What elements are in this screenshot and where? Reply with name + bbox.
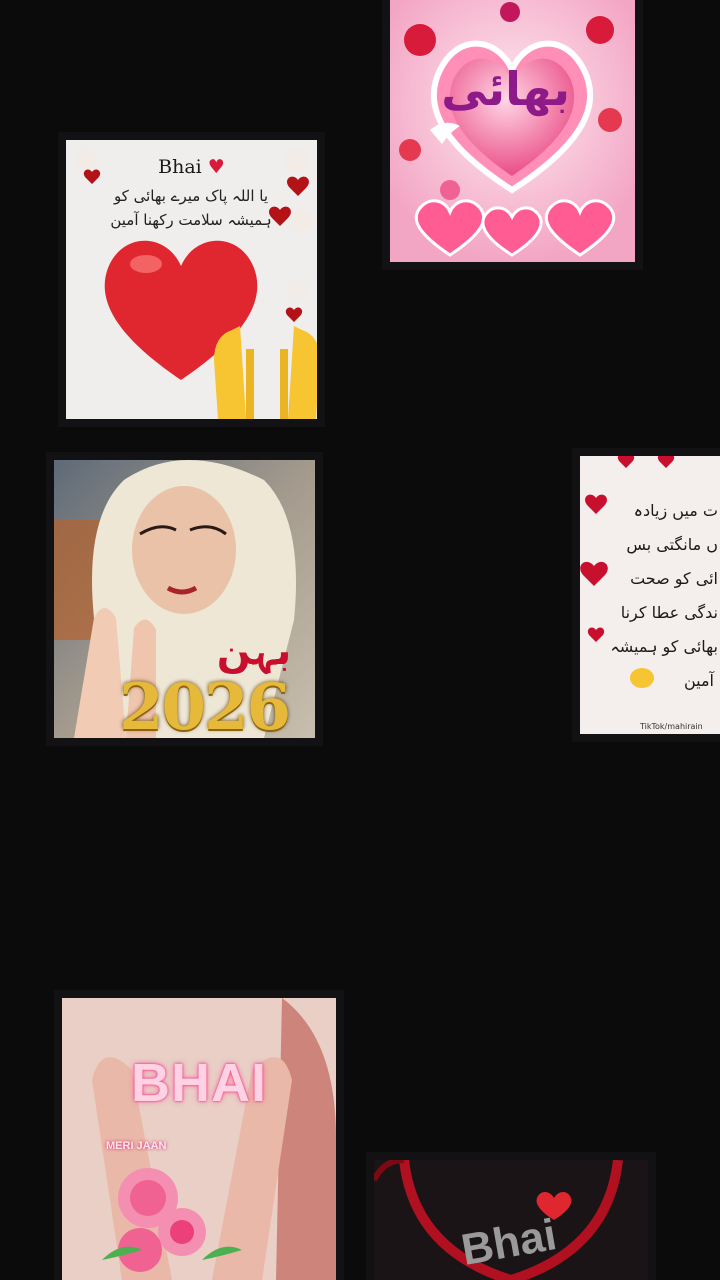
- text-line: ائی کو صحت: [630, 569, 718, 588]
- text-line: ندگی عطا کرنا: [620, 603, 718, 622]
- card-title: BHAI: [131, 1053, 267, 1113]
- text-line: بھائی کو ہمیشہ: [610, 637, 718, 656]
- heart-roses-artwork: [390, 0, 635, 262]
- text-line: ت میں زیادہ: [633, 501, 718, 520]
- card-caption: بہن: [216, 628, 292, 674]
- reel-thumbnail-behan-2026[interactable]: بہن 2026: [54, 460, 315, 738]
- watermark: TikTok/mahirain: [640, 722, 703, 731]
- text-line: آمین: [683, 671, 714, 690]
- card-title: Bhai: [158, 156, 202, 178]
- heart-dua-artwork: [66, 140, 317, 419]
- hands-roses-artwork: [62, 998, 336, 1280]
- reel-thumbnail-urdu-dua[interactable]: ت میں زیادہ ں مانگتی بس ائی کو صحت ندگی …: [580, 456, 720, 734]
- dua-line-2: ہمیشہ سلامت رکھنا آمین: [110, 211, 272, 229]
- reel-thumbnail-bhai-heart[interactable]: بھائی: [390, 0, 635, 262]
- year-label: 2026: [118, 670, 291, 738]
- card-caption: بھائی: [441, 62, 570, 116]
- heart-icon: ♥: [207, 156, 225, 178]
- dua-line-1: یا اللہ پاک میرے بھائی کو: [113, 187, 269, 205]
- reel-thumbnail-bhai-dua[interactable]: Bhai ♥ یا اللہ پاک میرے بھائی کو ہمیشہ س…: [66, 140, 317, 419]
- reel-thumbnail-bhai-dark-heart[interactable]: Bhai: [374, 1160, 648, 1280]
- reel-thumbnail-bhai-meri-jaan[interactable]: BHAI MERI JAAN: [62, 998, 336, 1280]
- text-line: ں مانگتی بس: [626, 535, 718, 554]
- card-subtitle: MERI JAAN: [106, 1140, 167, 1152]
